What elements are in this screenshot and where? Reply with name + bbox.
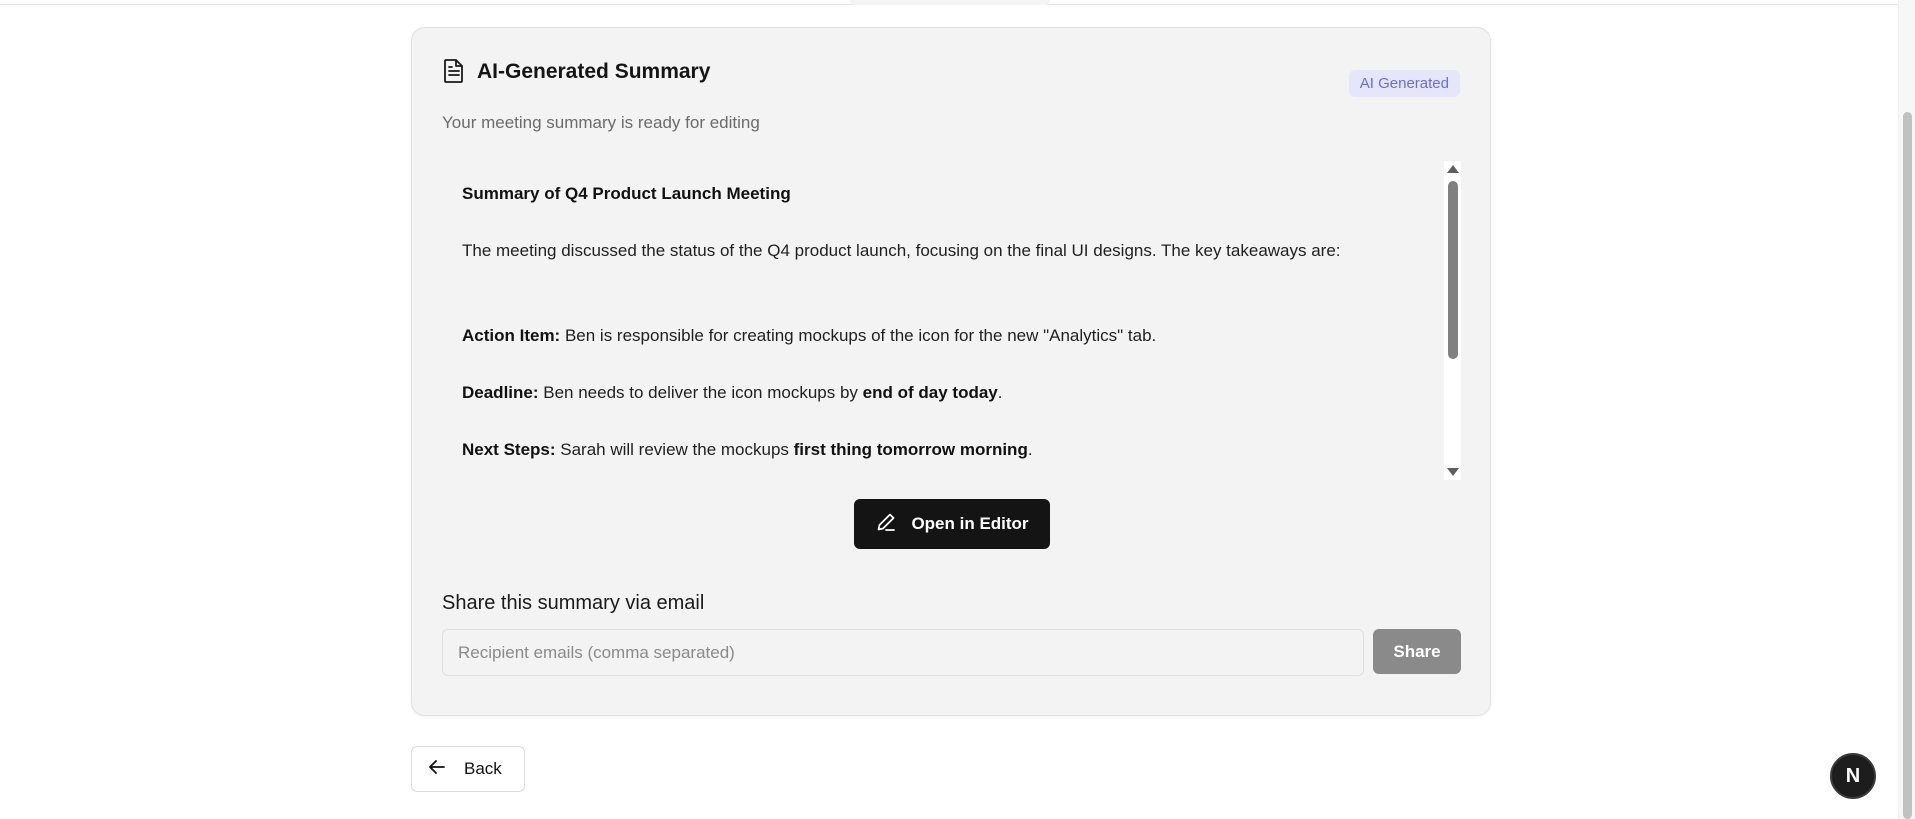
card-header: AI-Generated Summary: [442, 58, 1460, 118]
arrow-left-icon: [428, 759, 446, 780]
share-heading: Share this summary via email: [442, 592, 705, 614]
next-steps-item: Next Steps: Sarah will review the mockup…: [462, 440, 1033, 459]
pencil-icon: [875, 511, 897, 538]
summary-heading: Summary of Q4 Product Launch Meeting: [462, 184, 791, 203]
scroll-up-arrow-icon[interactable]: [1447, 165, 1459, 173]
open-in-editor-label: Open in Editor: [911, 514, 1029, 533]
summary-scrollbar[interactable]: [1444, 161, 1461, 480]
back-label: Back: [464, 759, 502, 778]
page-scroll-thumb[interactable]: [1903, 112, 1912, 819]
page-scrollbar[interactable]: [1898, 0, 1915, 819]
summary-card: AI-Generated Summary Your meeting summar…: [411, 27, 1491, 716]
document-icon: [442, 58, 466, 84]
card-subtitle: Your meeting summary is ready for editin…: [442, 113, 760, 132]
scroll-down-arrow-icon[interactable]: [1447, 468, 1459, 476]
ai-generated-badge: AI Generated: [1348, 70, 1460, 97]
share-button[interactable]: Share: [1373, 629, 1461, 674]
action-item: Action Item: Ben is responsible for crea…: [462, 326, 1157, 345]
recipient-emails-input[interactable]: [442, 629, 1364, 676]
summary-intro: The meeting discussed the status of the …: [462, 241, 1341, 260]
scroll-thumb[interactable]: [1448, 181, 1458, 359]
open-in-editor-button[interactable]: Open in Editor: [854, 499, 1050, 549]
top-tab-hint: [850, 0, 1050, 5]
n-logo-badge[interactable]: N: [1830, 753, 1876, 799]
deadline-item: Deadline: Ben needs to deliver the icon …: [462, 383, 1003, 402]
n-logo-letter: N: [1845, 764, 1861, 787]
summary-content[interactable]: Summary of Q4 Product Launch Meeting The…: [442, 161, 1461, 480]
back-button[interactable]: Back: [411, 746, 525, 792]
card-title: AI-Generated Summary: [477, 60, 711, 83]
